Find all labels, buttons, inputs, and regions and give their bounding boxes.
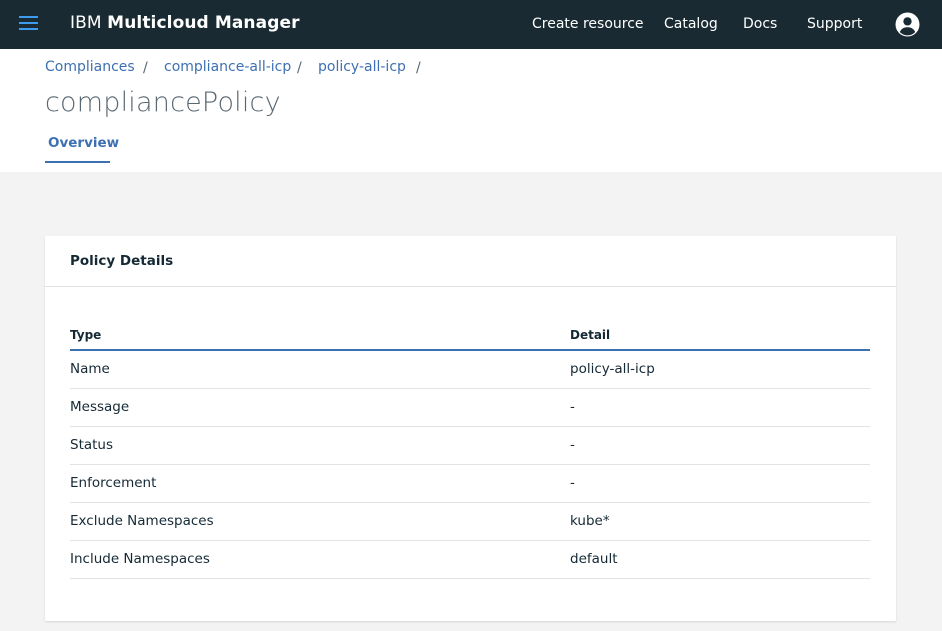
table-row: Message - bbox=[70, 389, 870, 427]
table-row: Enforcement - bbox=[70, 465, 870, 503]
tab-overview-label: Overview bbox=[48, 135, 120, 151]
brand-title[interactable]: IBM Multicloud Manager bbox=[70, 0, 300, 49]
row-detail-cell: kube* bbox=[570, 513, 610, 529]
table-header-row: Type Detail bbox=[70, 326, 870, 351]
table-row: Exclude Namespaces kube* bbox=[70, 503, 870, 541]
breadcrumb-separator: / bbox=[416, 60, 421, 76]
row-detail-cell: policy-all-icp bbox=[570, 361, 655, 377]
row-type-cell: Include Namespaces bbox=[70, 551, 210, 567]
docs-link[interactable]: Docs bbox=[743, 0, 777, 49]
policy-details-table: Type Detail Name policy-all-icp Message … bbox=[70, 326, 870, 579]
user-avatar-icon[interactable] bbox=[895, 12, 920, 37]
row-type-cell: Message bbox=[70, 399, 130, 415]
breadcrumb-separator: / bbox=[143, 60, 148, 76]
breadcrumb-separator: / bbox=[297, 60, 302, 76]
policy-details-card: Policy Details Type Detail Name policy-a… bbox=[45, 236, 896, 621]
top-navigation-bar: IBM Multicloud Manager Create resource C… bbox=[0, 0, 942, 49]
table-row: Name policy-all-icp bbox=[70, 351, 870, 389]
card-header: Policy Details bbox=[45, 236, 896, 287]
column-header-type: Type bbox=[70, 328, 102, 342]
brand-prefix: IBM bbox=[70, 13, 102, 33]
row-detail-cell: - bbox=[570, 399, 575, 415]
breadcrumb-compliance-all-icp[interactable]: compliance-all-icp bbox=[164, 59, 291, 75]
page-title: compliancePolicy bbox=[45, 87, 281, 118]
table-row: Include Namespaces default bbox=[70, 541, 870, 579]
row-type-cell: Status bbox=[70, 437, 114, 453]
card-title: Policy Details bbox=[70, 253, 174, 269]
menu-icon[interactable] bbox=[12, 8, 44, 40]
create-resource-link[interactable]: Create resource bbox=[532, 0, 644, 49]
brand-name: Multicloud Manager bbox=[107, 13, 300, 33]
row-type-cell: Enforcement bbox=[70, 475, 157, 491]
row-detail-cell: - bbox=[570, 437, 575, 453]
table-row: Status - bbox=[70, 427, 870, 465]
column-header-detail: Detail bbox=[570, 328, 611, 342]
catalog-link[interactable]: Catalog bbox=[664, 0, 718, 49]
breadcrumb-compliances[interactable]: Compliances bbox=[45, 59, 135, 75]
tab-overview[interactable]: Overview bbox=[45, 129, 119, 163]
support-link[interactable]: Support bbox=[807, 0, 862, 49]
row-type-cell: Name bbox=[70, 361, 110, 377]
row-type-cell: Exclude Namespaces bbox=[70, 513, 214, 529]
page-header: Compliances / compliance-all-icp / polic… bbox=[0, 49, 942, 172]
row-detail-cell: default bbox=[570, 551, 618, 567]
row-detail-cell: - bbox=[570, 475, 575, 491]
breadcrumb-policy-all-icp[interactable]: policy-all-icp bbox=[318, 59, 406, 75]
